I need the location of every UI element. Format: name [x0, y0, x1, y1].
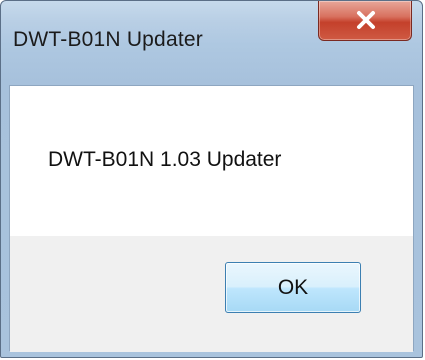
title-bar[interactable]: DWT-B01N Updater [1, 1, 422, 85]
close-button[interactable] [318, 1, 412, 41]
close-icon [357, 11, 375, 29]
dialog-window: DWT-B01N Updater DWT-B01N 1.03 Updater O… [0, 0, 423, 358]
dialog-message: DWT-B01N 1.03 Updater [48, 148, 282, 171]
dialog-content: DWT-B01N 1.03 Updater OK [9, 85, 414, 352]
dialog-footer: OK [10, 236, 413, 352]
window-title: DWT-B01N Updater [13, 28, 203, 51]
ok-button[interactable]: OK [225, 262, 361, 313]
